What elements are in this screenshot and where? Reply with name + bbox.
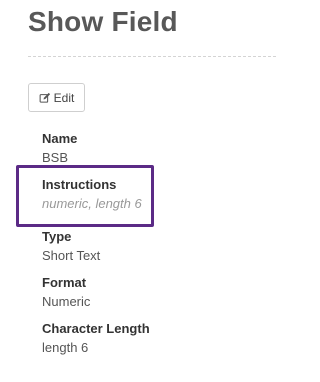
edit-button-label: Edit xyxy=(53,90,75,105)
field-value: Short Text xyxy=(42,248,101,263)
field-label: Format xyxy=(42,275,87,290)
field-value: Numeric xyxy=(42,294,91,309)
field-format: Format Numeric xyxy=(42,274,262,310)
highlight-box xyxy=(16,165,154,227)
title-divider xyxy=(28,56,276,57)
edit-icon xyxy=(39,92,51,104)
edit-button[interactable]: Edit xyxy=(28,83,85,112)
show-field-page: Show Field Edit Name BSB Instructions nu… xyxy=(0,0,276,382)
field-name: Name BSB xyxy=(42,130,262,166)
field-value: BSB xyxy=(42,150,69,165)
field-character-length: Character Length length 6 xyxy=(42,320,262,356)
field-label: Character Length xyxy=(42,321,150,336)
field-label: Type xyxy=(42,229,72,244)
field-value: length 6 xyxy=(42,340,89,355)
page-title: Show Field xyxy=(28,6,178,37)
field-type: Type Short Text xyxy=(42,228,262,264)
field-label: Name xyxy=(42,131,78,146)
